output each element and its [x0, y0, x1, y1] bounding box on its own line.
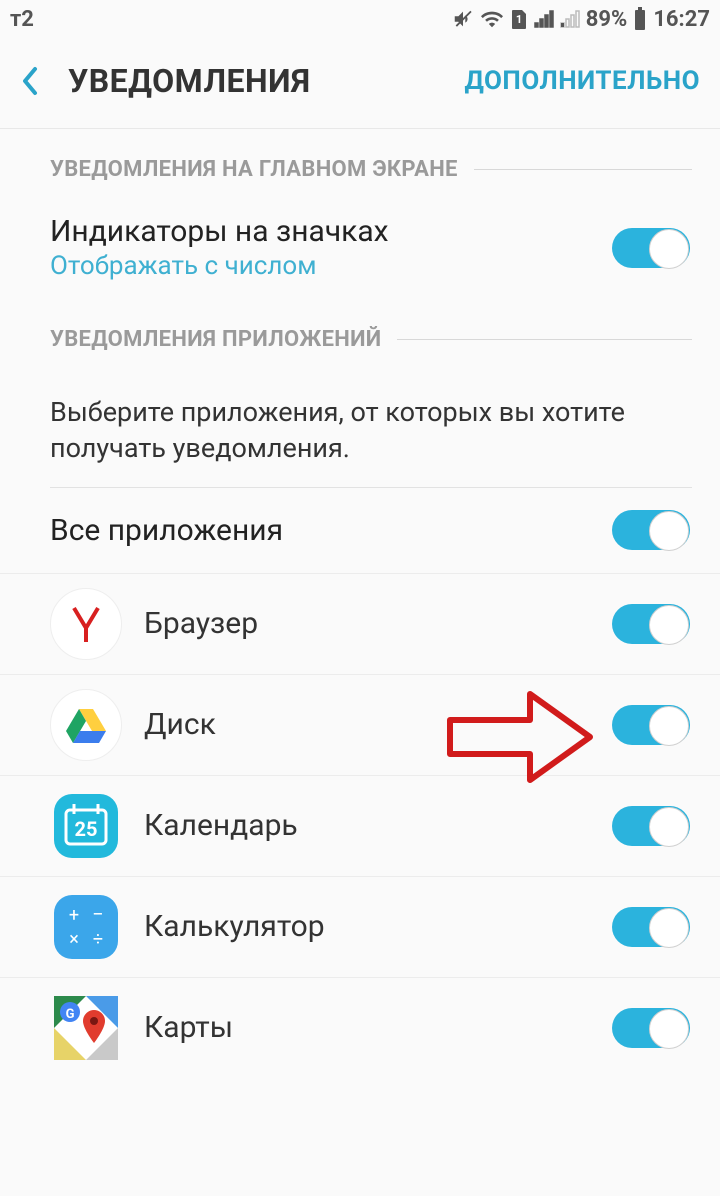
wifi-icon: [480, 8, 504, 30]
svg-text:+: +: [69, 905, 79, 926]
app-label: Калькулятор: [144, 909, 590, 944]
app-label: Диск: [144, 707, 590, 742]
google-drive-icon: [50, 689, 122, 761]
app-header: УВЕДОМЛЕНИЯ ДОПОЛНИТЕЛЬНО: [0, 38, 720, 129]
app-row-browser[interactable]: Браузер: [0, 574, 720, 675]
time-label: 16:27: [653, 7, 710, 32]
app-toggle-calendar[interactable]: [612, 806, 690, 846]
all-apps-label: Все приложения: [50, 513, 612, 548]
app-label: Браузер: [144, 606, 590, 641]
header-action-advanced[interactable]: ДОПОЛНИТЕЛЬНО: [464, 66, 700, 96]
svg-text:G: G: [66, 1007, 75, 1022]
svg-text:×: ×: [69, 929, 79, 950]
sim-icon: 1: [510, 8, 528, 30]
app-row-drive[interactable]: Диск: [0, 675, 720, 776]
row-all-apps[interactable]: Все приложения: [0, 488, 720, 574]
signal1-icon: [534, 10, 554, 28]
badge-title: Индикаторы на значках: [50, 214, 612, 249]
app-label: Карты: [144, 1010, 590, 1045]
battery-icon: [633, 7, 647, 31]
back-button[interactable]: [20, 65, 56, 97]
section-app-notifications: УВЕДОМЛЕНИЯ ПРИЛОЖЕНИЙ Выберите приложен…: [0, 299, 720, 1078]
app-toggle-maps[interactable]: [612, 1008, 690, 1048]
calendar-icon: 25: [50, 790, 122, 862]
app-toggle-calculator[interactable]: [612, 907, 690, 947]
section-header-home: УВЕДОМЛЕНИЯ НА ГЛАВНОМ ЭКРАНЕ: [0, 129, 720, 196]
section-divider: [397, 339, 692, 340]
all-apps-toggle[interactable]: [612, 510, 690, 550]
section-description: Выберите приложения, от которых вы хотит…: [0, 366, 720, 487]
app-toggle-browser[interactable]: [612, 604, 690, 644]
section-divider: [474, 169, 692, 170]
calculator-icon: + − × ÷: [50, 891, 122, 963]
status-bar: т2 1 89% 16:27: [0, 0, 720, 38]
badge-subtitle: Отображать с числом: [50, 251, 612, 281]
google-maps-icon: G: [50, 992, 122, 1064]
page-title: УВЕДОМЛЕНИЯ: [68, 62, 464, 100]
badge-toggle[interactable]: [612, 228, 690, 268]
section-label: УВЕДОМЛЕНИЯ ПРИЛОЖЕНИЙ: [50, 327, 381, 352]
signal2-icon: [560, 10, 580, 28]
yandex-browser-icon: [50, 588, 122, 660]
carrier-label: т2: [10, 7, 34, 32]
app-label: Календарь: [144, 808, 590, 843]
chevron-left-icon: [20, 65, 40, 97]
app-row-maps[interactable]: G Карты: [0, 978, 720, 1078]
status-icons: 1 89% 16:27: [452, 7, 710, 32]
app-row-calendar[interactable]: 25 Календарь: [0, 776, 720, 877]
section-label: УВЕДОМЛЕНИЯ НА ГЛАВНОМ ЭКРАНЕ: [50, 157, 458, 182]
svg-text:25: 25: [75, 817, 98, 841]
section-home-screen: УВЕДОМЛЕНИЯ НА ГЛАВНОМ ЭКРАНЕ Индикаторы…: [0, 129, 720, 299]
row-badge-indicators[interactable]: Индикаторы на значках Отображать с число…: [0, 196, 720, 299]
app-toggle-drive[interactable]: [612, 705, 690, 745]
mute-icon: [452, 8, 474, 30]
svg-text:1: 1: [516, 13, 522, 26]
svg-text:−: −: [92, 902, 103, 926]
svg-text:÷: ÷: [93, 929, 103, 950]
battery-percent: 89%: [586, 7, 628, 32]
app-row-calculator[interactable]: + − × ÷ Калькулятор: [0, 877, 720, 978]
section-header-apps: УВЕДОМЛЕНИЯ ПРИЛОЖЕНИЙ: [0, 299, 720, 366]
